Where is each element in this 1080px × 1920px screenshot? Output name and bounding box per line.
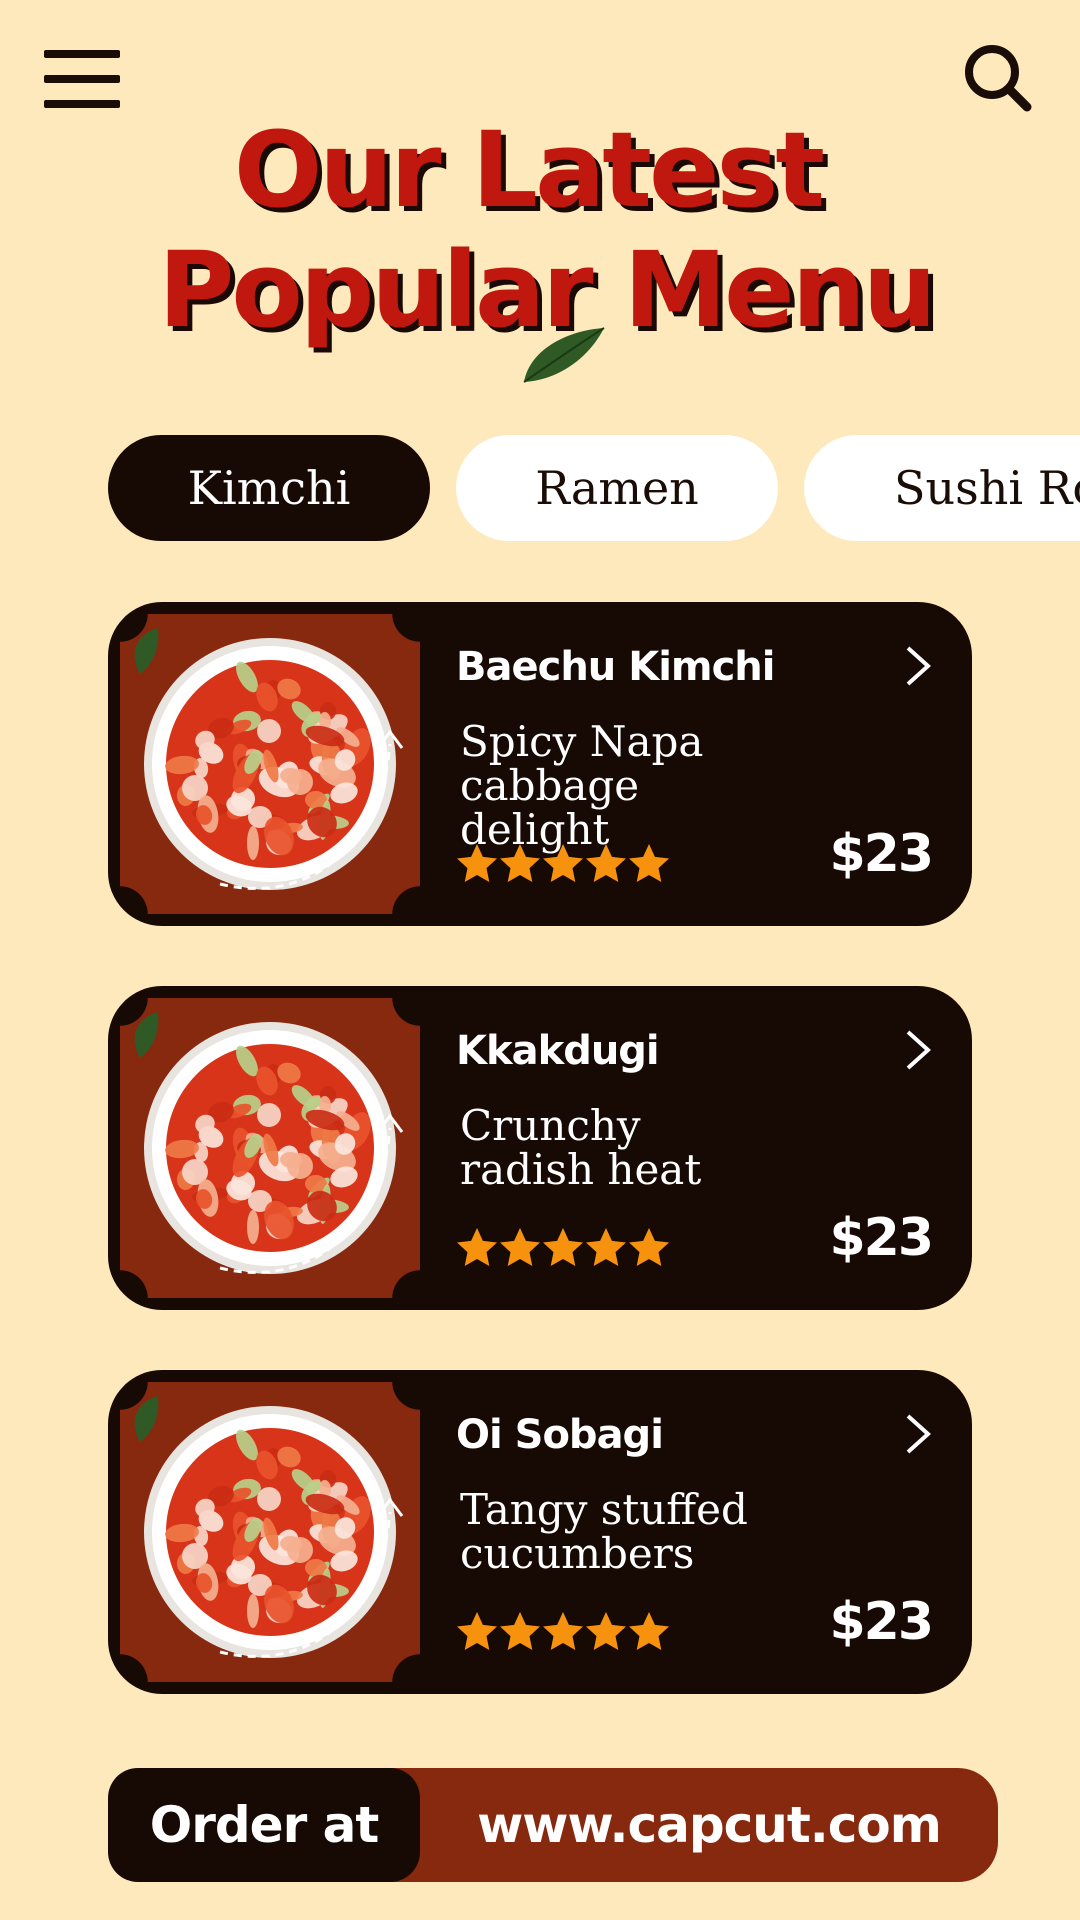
menu-item-price: $23	[829, 1208, 934, 1268]
menu-card[interactable]: Baechu Kimchi Spicy Napa cabbage delight…	[108, 602, 972, 926]
chevron-right-icon[interactable]	[902, 1028, 932, 1072]
star-icon	[629, 844, 669, 882]
chevron-right-icon[interactable]	[902, 1412, 932, 1456]
rating-stars	[457, 1228, 669, 1266]
menu-item-price: $23	[829, 824, 934, 884]
kimchi-bowl-image	[120, 998, 420, 1298]
star-icon	[457, 1612, 497, 1650]
rating-stars	[457, 844, 669, 882]
search-icon[interactable]	[962, 42, 1034, 114]
star-icon	[543, 1612, 583, 1650]
star-icon	[586, 1228, 626, 1266]
tab-sushi-roll[interactable]: Sushi Ro	[804, 435, 1080, 541]
tab-ramen[interactable]: Ramen	[456, 435, 778, 541]
order-label: Order at	[108, 1768, 420, 1882]
star-icon	[457, 1228, 497, 1266]
star-icon	[629, 1612, 669, 1650]
order-banner: Order at www.capcut.com	[108, 1768, 998, 1882]
star-icon	[543, 844, 583, 882]
star-icon	[586, 844, 626, 882]
star-icon	[457, 844, 497, 882]
menu-item-name: Baechu Kimchi	[456, 644, 775, 690]
menu-item-description: Tangy stuffed cucumbers	[460, 1485, 748, 1578]
hamburger-menu-icon[interactable]	[44, 50, 120, 108]
menu-card[interactable]: Kkakdugi Crunchy radish heat $23	[108, 986, 972, 1310]
menu-item-name: Oi Sobagi	[456, 1412, 664, 1458]
page-title-line-1: Our Latest	[233, 109, 825, 231]
leaf-decoration-icon	[523, 327, 605, 383]
star-icon	[500, 1612, 540, 1650]
menu-item-price: $23	[829, 1592, 934, 1652]
menu-item-name: Kkakdugi	[456, 1028, 660, 1074]
kimchi-bowl-image	[120, 1382, 420, 1682]
chevron-right-icon[interactable]	[902, 644, 932, 688]
menu-item-description: Crunchy radish heat	[460, 1101, 702, 1194]
rating-stars	[457, 1612, 669, 1650]
menu-card[interactable]: Oi Sobagi Tangy stuffed cucumbers $23	[108, 1370, 972, 1694]
order-url-link[interactable]: www.capcut.com	[420, 1768, 998, 1882]
kimchi-bowl-image	[120, 614, 420, 914]
star-icon	[586, 1612, 626, 1650]
menu-item-description: Spicy Napa cabbage delight	[460, 717, 704, 854]
star-icon	[500, 844, 540, 882]
tab-kimchi[interactable]: Kimchi	[108, 435, 430, 541]
star-icon	[500, 1228, 540, 1266]
star-icon	[629, 1228, 669, 1266]
star-icon	[543, 1228, 583, 1266]
